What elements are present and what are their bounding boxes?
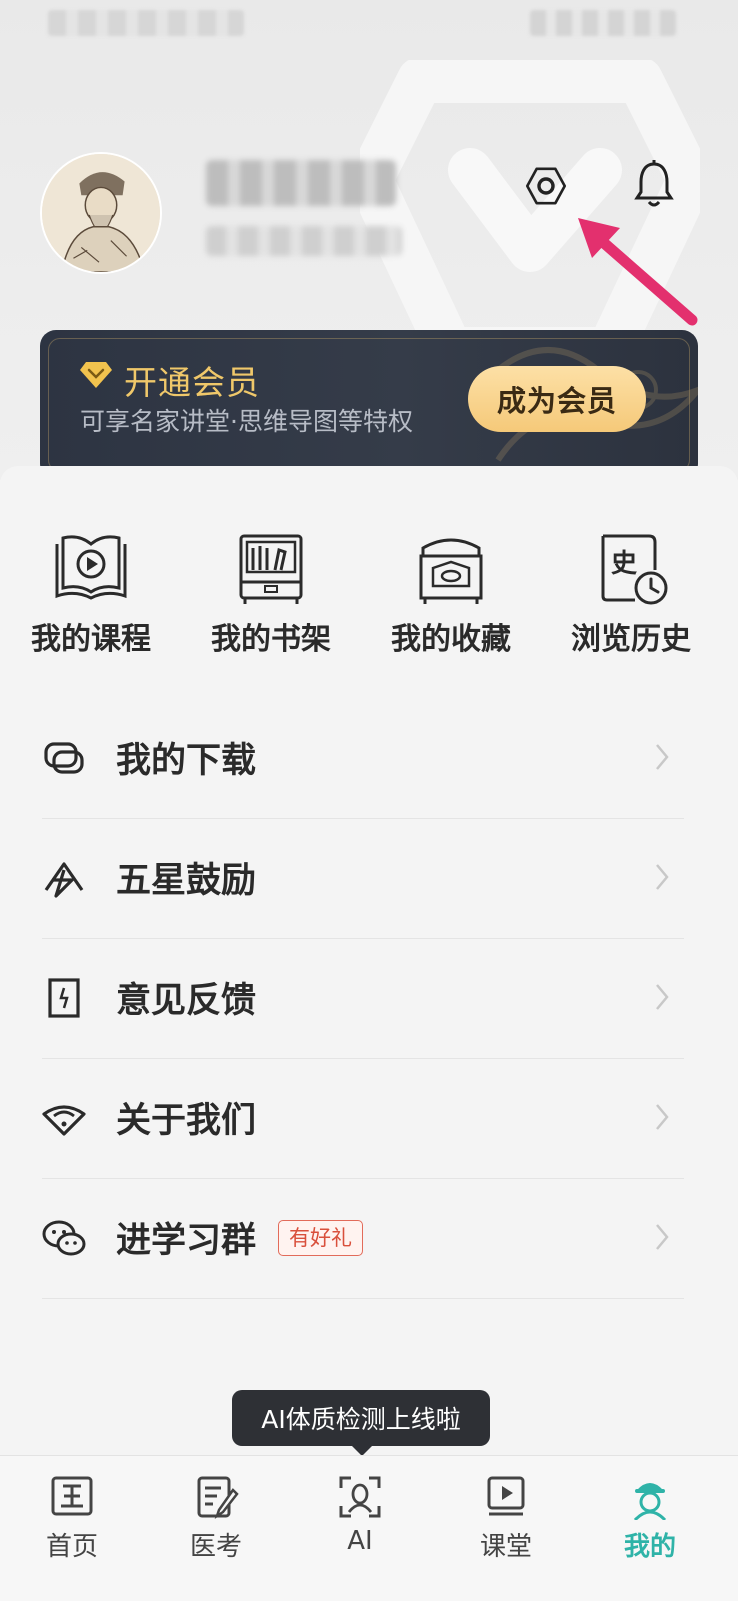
avatar[interactable] <box>40 152 162 274</box>
settings-hexagon-icon[interactable] <box>516 156 576 216</box>
menu-item-label: 五星鼓励 <box>116 860 257 901</box>
user-subtitle-blurred[interactable] <box>206 226 402 256</box>
tab-label: AI <box>347 1526 373 1556</box>
gift-badge: 有好礼 <box>278 1220 363 1256</box>
quick-link-label: 我的书架 <box>211 622 331 657</box>
classroom-icon <box>487 1476 525 1516</box>
tab-profile[interactable]: 我的 <box>600 1474 700 1563</box>
tab-label: 首页 <box>45 1532 98 1562</box>
menu-item-about-us[interactable]: 关于我们 <box>42 1058 684 1179</box>
bell-icon[interactable] <box>634 158 674 210</box>
user-name-blurred[interactable] <box>206 160 396 206</box>
ai-tooltip[interactable]: AI体质检测上线啦 <box>232 1390 490 1456</box>
about-us-icon <box>42 1105 86 1136</box>
bottom-tab-bar: 首页 医考 AI 课堂 我的 <box>0 1455 738 1601</box>
exam-icon <box>197 1476 239 1520</box>
feedback-icon <box>48 978 80 1018</box>
course-book-play-icon <box>55 535 127 600</box>
chevron-right-icon <box>656 744 669 770</box>
svg-text:史: 史 <box>611 549 638 579</box>
status-bar-left-blurred <box>48 10 244 36</box>
chevron-right-icon <box>656 984 669 1010</box>
quick-link-label: 我的课程 <box>31 622 151 657</box>
menu-item-label: 意见反馈 <box>116 980 257 1021</box>
chevron-right-icon <box>656 1224 669 1250</box>
menu-item-join-group[interactable]: 进学习群 有好礼 <box>42 1178 684 1299</box>
menu-item-label: 关于我们 <box>116 1100 257 1141</box>
status-bar-right-blurred <box>530 10 676 36</box>
menu-item-downloads[interactable]: 我的下载 <box>42 698 684 819</box>
tab-label: 医考 <box>189 1532 242 1562</box>
chevron-right-icon <box>656 1104 669 1130</box>
quick-link-history[interactable]: 史 浏览历史 <box>546 530 716 658</box>
vip-diamond-icon <box>80 362 112 388</box>
menu-item-feedback[interactable]: 意见反馈 <box>42 938 684 1059</box>
vip-description: 可享名家讲堂·思维导图等特权 <box>80 407 413 436</box>
download-icon <box>44 742 84 774</box>
tab-classroom[interactable]: 课堂 <box>456 1474 556 1563</box>
menu-item-label: 我的下载 <box>116 740 257 781</box>
ai-scan-icon <box>339 1476 381 1518</box>
collection-box-icon <box>419 538 483 604</box>
five-star-rate-icon <box>44 862 84 898</box>
tab-label: 课堂 <box>479 1532 532 1562</box>
profile-icon <box>633 1483 667 1520</box>
menu-item-five-star[interactable]: 五星鼓励 <box>42 818 684 939</box>
quick-link-collection[interactable]: 我的收藏 <box>366 530 536 658</box>
history-clock-icon: 史 <box>601 534 668 605</box>
annotation-arrow <box>578 218 698 326</box>
chevron-right-icon <box>656 864 669 890</box>
quick-link-bookshelf[interactable]: 我的书架 <box>186 530 356 658</box>
quick-link-label: 浏览历史 <box>571 622 691 657</box>
wechat-group-icon <box>42 1220 86 1256</box>
quick-link-label: 我的收藏 <box>391 622 511 657</box>
tab-ai[interactable]: AI <box>310 1474 410 1556</box>
quick-link-my-courses[interactable]: 我的课程 <box>6 530 176 658</box>
home-icon <box>51 1476 93 1516</box>
tab-exam[interactable]: 医考 <box>166 1474 266 1563</box>
menu-item-label: 进学习群 <box>116 1220 257 1261</box>
become-member-button[interactable]: 成为会员 <box>468 366 646 432</box>
tab-home[interactable]: 首页 <box>22 1474 122 1563</box>
bookshelf-icon <box>239 534 303 604</box>
tab-label: 我的 <box>623 1532 676 1562</box>
vip-title: 开通会员 <box>124 363 260 402</box>
